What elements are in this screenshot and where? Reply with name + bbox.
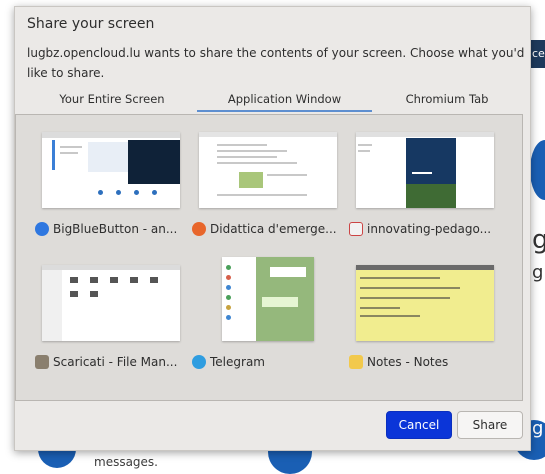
window-thumbnail bbox=[356, 265, 494, 341]
window-label: Telegram bbox=[210, 355, 265, 369]
window-label: BigBlueButton - an... bbox=[53, 222, 178, 236]
window-label-row: Telegram bbox=[192, 353, 344, 371]
share-screen-dialog: Share your screen lugbz.opencloud.lu wan… bbox=[14, 6, 531, 451]
share-button[interactable]: Share bbox=[457, 411, 523, 439]
background-letter: g bbox=[532, 225, 545, 255]
bigbluebutton-icon bbox=[35, 222, 49, 236]
background-circle bbox=[530, 140, 545, 200]
background-messages-text: messages. bbox=[94, 455, 158, 469]
window-label-row: Scaricati - File Man... bbox=[35, 353, 187, 371]
window-thumbnail bbox=[222, 257, 314, 341]
window-label: Notes - Notes bbox=[367, 355, 449, 369]
background-letter: g bbox=[532, 418, 544, 439]
tab-entire-screen[interactable]: Your Entire Screen bbox=[27, 90, 197, 114]
thumbnail-frame bbox=[35, 128, 187, 208]
thumbnail-frame bbox=[349, 261, 501, 341]
tab-chromium-tab[interactable]: Chromium Tab bbox=[372, 90, 522, 114]
thumbnail-frame bbox=[35, 261, 187, 341]
window-thumbnail bbox=[356, 132, 494, 208]
window-grid: BigBlueButton - an... Didattica d'emerge… bbox=[15, 114, 523, 401]
telegram-icon bbox=[192, 355, 206, 369]
window-label: Scaricati - File Man... bbox=[53, 355, 178, 369]
folder-icon bbox=[35, 355, 49, 369]
window-label-row: innovating-pedago... bbox=[349, 220, 501, 238]
thumbnail-frame bbox=[192, 128, 344, 208]
dialog-title: Share your screen bbox=[27, 16, 155, 32]
window-label-row: Notes - Notes bbox=[349, 353, 501, 371]
source-tabs: Your Entire Screen Application Window Ch… bbox=[15, 90, 532, 114]
thumbnail-frame bbox=[349, 128, 501, 208]
background-header-text: ced bbox=[532, 47, 545, 60]
firefox-icon bbox=[192, 222, 206, 236]
background-header-bar: ced bbox=[530, 40, 545, 68]
pdf-viewer-icon bbox=[349, 222, 363, 236]
dialog-message: lugbz.opencloud.lu wants to share the co… bbox=[27, 46, 525, 80]
window-label: Didattica d'emerge... bbox=[210, 222, 337, 236]
background-letter: g bbox=[532, 262, 544, 283]
window-label-row: BigBlueButton - an... bbox=[35, 220, 187, 238]
window-label-row: Didattica d'emerge... bbox=[192, 220, 344, 238]
window-thumbnail bbox=[42, 132, 180, 208]
window-thumbnail bbox=[199, 132, 337, 208]
window-thumbnail bbox=[42, 265, 180, 341]
cancel-button[interactable]: Cancel bbox=[386, 411, 452, 439]
tab-application-window[interactable]: Application Window bbox=[197, 90, 372, 114]
thumbnail-frame bbox=[192, 257, 344, 341]
window-label: innovating-pedago... bbox=[367, 222, 492, 236]
notes-folder-icon bbox=[349, 355, 363, 369]
